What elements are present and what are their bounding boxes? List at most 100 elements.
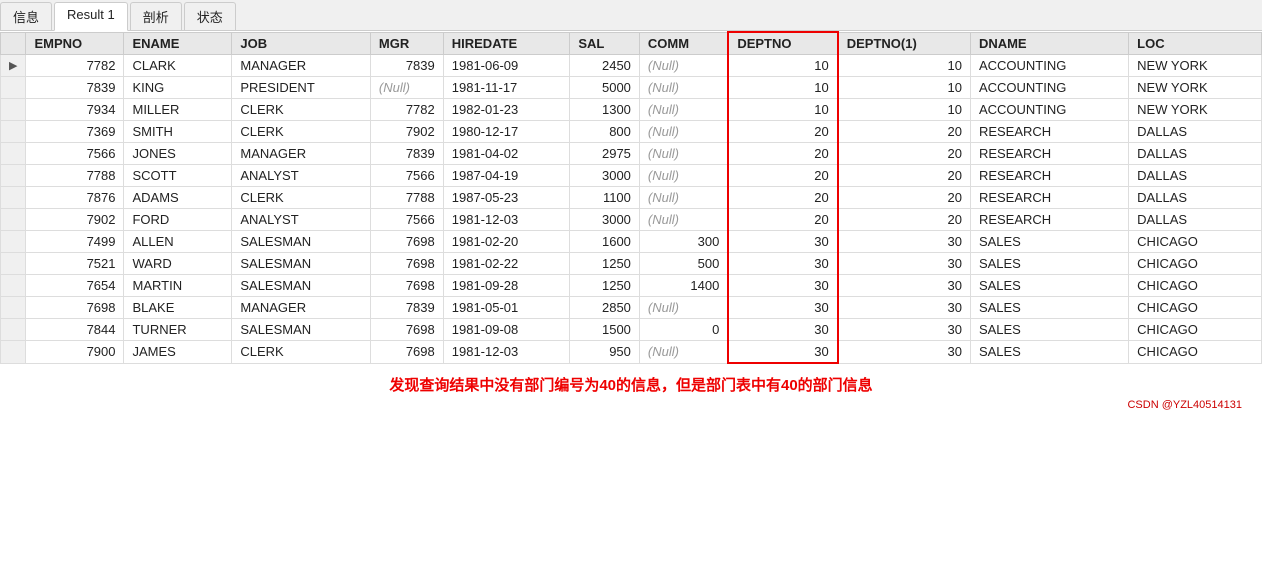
cell-deptno1: 30 bbox=[838, 341, 971, 364]
cell-dname: SALES bbox=[970, 319, 1128, 341]
cell-deptno: 20 bbox=[728, 121, 837, 143]
cell-mgr: 7698 bbox=[370, 275, 443, 297]
cell-loc: DALLAS bbox=[1129, 209, 1262, 231]
cell-marker bbox=[1, 275, 26, 297]
col-header-job: JOB bbox=[232, 32, 371, 55]
tab-状态[interactable]: 状态 bbox=[184, 2, 236, 30]
col-header-sal: SAL bbox=[570, 32, 640, 55]
cell-deptno: 10 bbox=[728, 55, 837, 77]
cell-empno: 7654 bbox=[26, 275, 124, 297]
cell-ename: BLAKE bbox=[124, 297, 232, 319]
cell-sal: 1250 bbox=[570, 253, 640, 275]
cell-mgr: 7902 bbox=[370, 121, 443, 143]
cell-job: ANALYST bbox=[232, 165, 371, 187]
cell-dname: SALES bbox=[970, 341, 1128, 364]
table-row: 7844TURNERSALESMAN76981981-09-0815000303… bbox=[1, 319, 1262, 341]
cell-job: MANAGER bbox=[232, 55, 371, 77]
cell-hiredate: 1981-05-01 bbox=[443, 297, 570, 319]
cell-marker: ▶ bbox=[1, 55, 26, 77]
tab-Result 1[interactable]: Result 1 bbox=[54, 2, 128, 31]
cell-marker bbox=[1, 253, 26, 275]
cell-loc: NEW YORK bbox=[1129, 77, 1262, 99]
cell-marker bbox=[1, 231, 26, 253]
cell-comm: (Null) bbox=[639, 165, 728, 187]
table-row: 7698BLAKEMANAGER78391981-05-012850(Null)… bbox=[1, 297, 1262, 319]
cell-mgr: 7839 bbox=[370, 143, 443, 165]
cell-dname: RESEARCH bbox=[970, 209, 1128, 231]
table-row: 7499ALLENSALESMAN76981981-02-20160030030… bbox=[1, 231, 1262, 253]
cell-hiredate: 1982-01-23 bbox=[443, 99, 570, 121]
cell-deptno1: 20 bbox=[838, 143, 971, 165]
cell-loc: CHICAGO bbox=[1129, 275, 1262, 297]
cell-marker bbox=[1, 121, 26, 143]
cell-empno: 7369 bbox=[26, 121, 124, 143]
col-header-empno: EMPNO bbox=[26, 32, 124, 55]
cell-dname: ACCOUNTING bbox=[970, 99, 1128, 121]
col-header-ename: ENAME bbox=[124, 32, 232, 55]
cell-comm: (Null) bbox=[639, 143, 728, 165]
cell-marker bbox=[1, 187, 26, 209]
cell-ename: KING bbox=[124, 77, 232, 99]
cell-mgr: 7698 bbox=[370, 341, 443, 364]
col-header-marker bbox=[1, 32, 26, 55]
cell-deptno: 10 bbox=[728, 99, 837, 121]
cell-sal: 2850 bbox=[570, 297, 640, 319]
table-row: 7521WARDSALESMAN76981981-02-221250500303… bbox=[1, 253, 1262, 275]
cell-comm: (Null) bbox=[639, 99, 728, 121]
cell-ename: CLARK bbox=[124, 55, 232, 77]
tab-剖析[interactable]: 剖析 bbox=[130, 2, 182, 30]
cell-loc: NEW YORK bbox=[1129, 99, 1262, 121]
cell-sal: 2975 bbox=[570, 143, 640, 165]
cell-sal: 1500 bbox=[570, 319, 640, 341]
cell-empno: 7934 bbox=[26, 99, 124, 121]
cell-comm: (Null) bbox=[639, 55, 728, 77]
cell-deptno: 20 bbox=[728, 165, 837, 187]
tab-信息[interactable]: 信息 bbox=[0, 2, 52, 30]
cell-marker bbox=[1, 319, 26, 341]
cell-hiredate: 1981-11-17 bbox=[443, 77, 570, 99]
cell-deptno: 20 bbox=[728, 209, 837, 231]
cell-comm: 500 bbox=[639, 253, 728, 275]
table-row: 7566JONESMANAGER78391981-04-022975(Null)… bbox=[1, 143, 1262, 165]
cell-ename: TURNER bbox=[124, 319, 232, 341]
cell-empno: 7782 bbox=[26, 55, 124, 77]
cell-loc: CHICAGO bbox=[1129, 297, 1262, 319]
cell-mgr: 7782 bbox=[370, 99, 443, 121]
cell-dname: RESEARCH bbox=[970, 143, 1128, 165]
cell-hiredate: 1981-04-02 bbox=[443, 143, 570, 165]
col-header-dname: DNAME bbox=[970, 32, 1128, 55]
cell-loc: NEW YORK bbox=[1129, 55, 1262, 77]
cell-empno: 7902 bbox=[26, 209, 124, 231]
cell-marker bbox=[1, 77, 26, 99]
cell-sal: 3000 bbox=[570, 165, 640, 187]
cell-hiredate: 1981-12-03 bbox=[443, 341, 570, 364]
table-row: 7900JAMESCLERK76981981-12-03950(Null)303… bbox=[1, 341, 1262, 364]
cell-ename: MILLER bbox=[124, 99, 232, 121]
result-table: EMPNOENAMEJOBMGRHIREDATESALCOMMDEPTNODEP… bbox=[0, 31, 1262, 364]
cell-comm: 1400 bbox=[639, 275, 728, 297]
cell-sal: 800 bbox=[570, 121, 640, 143]
cell-deptno: 30 bbox=[728, 319, 837, 341]
cell-mgr: 7698 bbox=[370, 231, 443, 253]
cell-empno: 7844 bbox=[26, 319, 124, 341]
cell-marker bbox=[1, 165, 26, 187]
cell-job: SALESMAN bbox=[232, 319, 371, 341]
cell-job: CLERK bbox=[232, 341, 371, 364]
cell-empno: 7839 bbox=[26, 77, 124, 99]
cell-mgr: 7698 bbox=[370, 253, 443, 275]
cell-deptno: 20 bbox=[728, 143, 837, 165]
footer-note: 发现查询结果中没有部门编号为40的信息，但是部门表中有40的部门信息 bbox=[0, 364, 1262, 399]
cell-deptno1: 10 bbox=[838, 77, 971, 99]
cell-empno: 7876 bbox=[26, 187, 124, 209]
cell-deptno1: 20 bbox=[838, 209, 971, 231]
cell-dname: SALES bbox=[970, 231, 1128, 253]
cell-loc: DALLAS bbox=[1129, 143, 1262, 165]
cell-comm: (Null) bbox=[639, 297, 728, 319]
cell-deptno: 20 bbox=[728, 187, 837, 209]
table-container: EMPNOENAMEJOBMGRHIREDATESALCOMMDEPTNODEP… bbox=[0, 31, 1262, 364]
table-row: 7654MARTINSALESMAN76981981-09-2812501400… bbox=[1, 275, 1262, 297]
table-row: ▶7782CLARKMANAGER78391981-06-092450(Null… bbox=[1, 55, 1262, 77]
cell-marker bbox=[1, 143, 26, 165]
cell-marker bbox=[1, 209, 26, 231]
cell-sal: 1600 bbox=[570, 231, 640, 253]
